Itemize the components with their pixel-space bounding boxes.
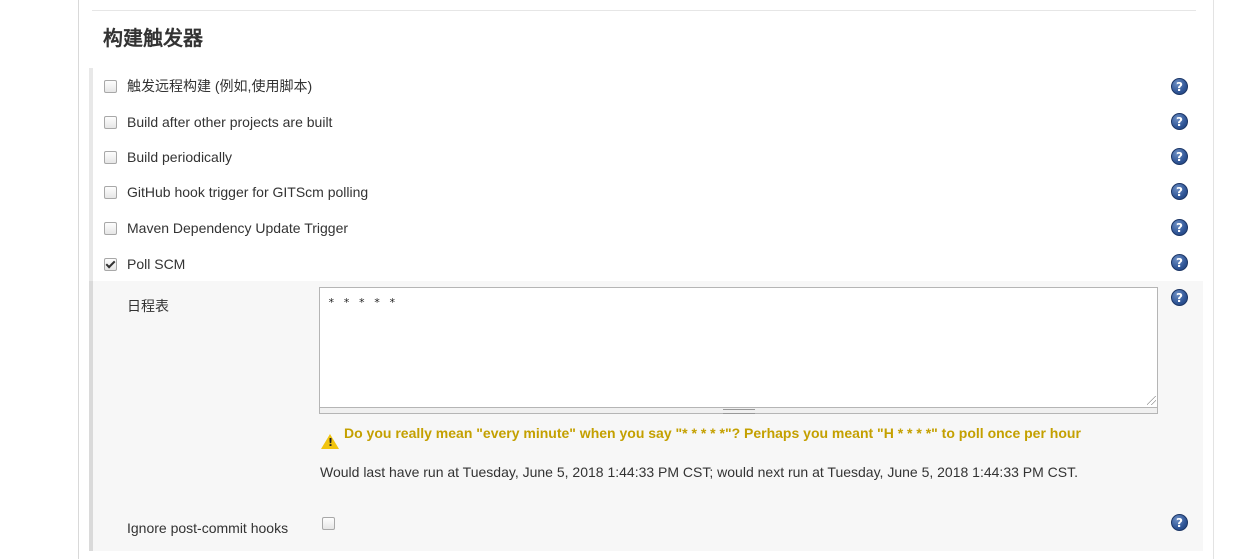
trigger-build-periodically-checkbox[interactable] — [104, 150, 117, 164]
trigger-config-page: 构建触发器 触发远程构建 (例如,使用脚本) Build after other… — [0, 0, 1240, 559]
trigger-poll-scm-label: Poll SCM — [127, 256, 186, 272]
trigger-build-after-other-checkbox[interactable] — [104, 115, 117, 129]
trigger-remote-build-label: 触发远程构建 (例如,使用脚本) — [127, 78, 313, 94]
help-icon[interactable] — [1171, 78, 1188, 95]
section-top-divider — [92, 10, 1196, 11]
trigger-remote-build[interactable]: 触发远程构建 (例如,使用脚本) — [104, 75, 312, 97]
trigger-build-after-other-label: Build after other projects are built — [127, 114, 333, 130]
trigger-remote-build-checkbox[interactable] — [104, 79, 117, 93]
trigger-build-periodically-label: Build periodically — [127, 149, 233, 165]
trigger-build-periodically[interactable]: Build periodically — [104, 146, 232, 168]
trigger-maven-dependency[interactable]: Maven Dependency Update Trigger — [104, 217, 348, 239]
ignore-hooks-label: Ignore post-commit hooks — [127, 520, 289, 536]
help-icon[interactable] — [1171, 148, 1188, 165]
schedule-label: 日程表 — [127, 298, 169, 314]
trigger-maven-dependency-label: Maven Dependency Update Trigger — [127, 220, 349, 236]
trigger-poll-scm-checkbox[interactable] — [104, 257, 117, 271]
trigger-github-hook[interactable]: GitHub hook trigger for GITScm polling — [104, 181, 368, 203]
warning-icon — [321, 434, 339, 449]
trigger-group-bar — [89, 68, 93, 281]
poll-scm-group-bar — [89, 281, 93, 551]
trigger-github-hook-label: GitHub hook trigger for GITScm polling — [127, 184, 369, 200]
help-icon[interactable] — [1171, 289, 1188, 306]
ignore-hooks-checkbox[interactable] — [322, 517, 335, 530]
schedule-run-info: Would last have run at Tuesday, June 5, … — [320, 464, 1079, 480]
schedule-warning: Do you really mean "every minute" when y… — [344, 425, 1081, 441]
help-icon[interactable] — [1171, 219, 1188, 236]
right-divider — [1213, 0, 1214, 559]
help-icon[interactable] — [1171, 254, 1188, 271]
help-icon[interactable] — [1171, 183, 1188, 200]
trigger-build-after-other[interactable]: Build after other projects are built — [104, 111, 332, 133]
help-icon[interactable] — [1171, 113, 1188, 130]
textarea-drag-handle[interactable] — [319, 408, 1158, 414]
help-icon[interactable] — [1171, 514, 1188, 531]
trigger-poll-scm[interactable]: Poll SCM — [104, 253, 185, 275]
schedule-textarea[interactable]: * * * * * — [319, 287, 1158, 408]
trigger-maven-dependency-checkbox[interactable] — [104, 221, 117, 235]
textarea-resize-grip[interactable] — [1147, 396, 1156, 405]
left-divider — [78, 0, 79, 559]
trigger-github-hook-checkbox[interactable] — [104, 185, 117, 199]
section-title: 构建触发器 — [103, 26, 203, 50]
